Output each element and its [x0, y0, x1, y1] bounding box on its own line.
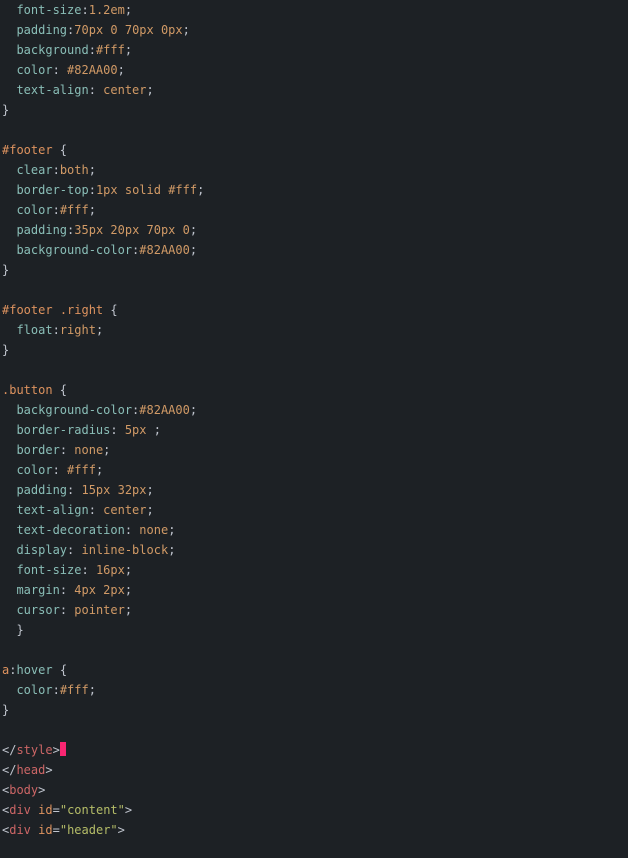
code-line[interactable]: color: #82AA00;: [0, 60, 628, 80]
code-line[interactable]: </style>: [0, 740, 628, 760]
code-line[interactable]: .button {: [0, 380, 628, 400]
code-line[interactable]: font-size: 16px;: [0, 560, 628, 580]
code-line[interactable]: [0, 360, 628, 380]
code-line[interactable]: background:#fff;: [0, 40, 628, 60]
code-line[interactable]: float:right;: [0, 320, 628, 340]
text-cursor: [60, 742, 66, 756]
code-line[interactable]: padding: 15px 32px;: [0, 480, 628, 500]
code-line[interactable]: }: [0, 100, 628, 120]
code-line[interactable]: text-align: center;: [0, 80, 628, 100]
code-line[interactable]: text-align: center;: [0, 500, 628, 520]
code-line[interactable]: font-size:1.2em;: [0, 0, 628, 20]
code-line[interactable]: }: [0, 340, 628, 360]
code-line[interactable]: }: [0, 620, 628, 640]
code-line[interactable]: color:#fff;: [0, 680, 628, 700]
code-line[interactable]: display: inline-block;: [0, 540, 628, 560]
code-line[interactable]: background-color:#82AA00;: [0, 240, 628, 260]
code-line[interactable]: clear:both;: [0, 160, 628, 180]
code-line[interactable]: a:hover {: [0, 660, 628, 680]
code-line[interactable]: [0, 640, 628, 660]
code-line[interactable]: <body>: [0, 780, 628, 800]
code-line[interactable]: [0, 120, 628, 140]
code-line[interactable]: }: [0, 700, 628, 720]
code-line[interactable]: }: [0, 260, 628, 280]
code-line[interactable]: [0, 720, 628, 740]
code-line[interactable]: border: none;: [0, 440, 628, 460]
code-line[interactable]: cursor: pointer;: [0, 600, 628, 620]
code-line[interactable]: border-radius: 5px ;: [0, 420, 628, 440]
code-line[interactable]: padding:70px 0 70px 0px;: [0, 20, 628, 40]
code-line[interactable]: background-color:#82AA00;: [0, 400, 628, 420]
code-line[interactable]: color:#fff;: [0, 200, 628, 220]
code-editor[interactable]: font-size:1.2em; padding:70px 0 70px 0px…: [0, 0, 628, 840]
code-line[interactable]: [0, 280, 628, 300]
code-line[interactable]: margin: 4px 2px;: [0, 580, 628, 600]
code-line[interactable]: text-decoration: none;: [0, 520, 628, 540]
code-line[interactable]: </head>: [0, 760, 628, 780]
code-line[interactable]: border-top:1px solid #fff;: [0, 180, 628, 200]
code-line[interactable]: color: #fff;: [0, 460, 628, 480]
code-line[interactable]: padding:35px 20px 70px 0;: [0, 220, 628, 240]
code-line[interactable]: <div id="content">: [0, 800, 628, 820]
code-line[interactable]: #footer .right {: [0, 300, 628, 320]
code-line[interactable]: <div id="header">: [0, 820, 628, 840]
code-line[interactable]: #footer {: [0, 140, 628, 160]
